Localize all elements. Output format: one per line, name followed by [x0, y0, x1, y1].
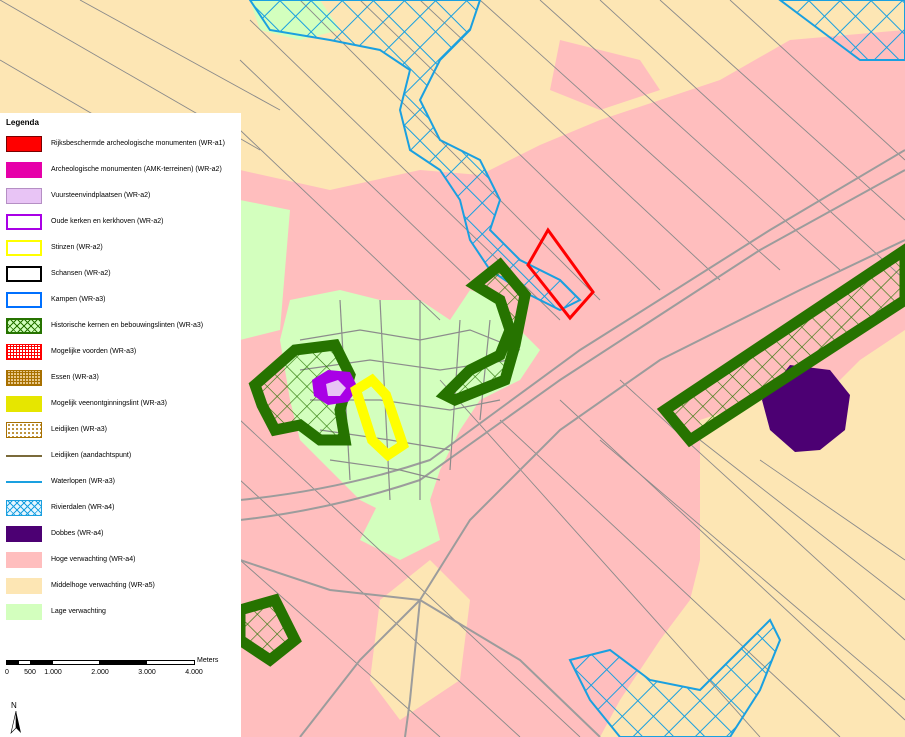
brown-line-swatch [6, 455, 42, 457]
lilac-fill-swatch [6, 188, 42, 204]
magenta-fill-swatch [6, 162, 42, 178]
legend-item: Waterlopen (WR-a3) [0, 472, 241, 494]
scale-bar: Meters 0 500 1.000 2.000 3.000 4.000 [5, 657, 236, 690]
legend-item: Mogelijke voorden (WR-a3) [0, 342, 241, 364]
red-grid-swatch [6, 344, 42, 360]
red-fill-swatch [6, 136, 42, 152]
legend-item: Schansen (WR-a2) [0, 264, 241, 286]
scale-segment [99, 660, 148, 665]
legend-item: Leidijken (WR-a3) [0, 420, 241, 442]
legend-title: Legenda [6, 118, 39, 127]
yellow-fill-swatch [6, 396, 42, 412]
scale-tick: 500 [24, 669, 36, 676]
blue-line-swatch [6, 481, 42, 483]
north-label: N [11, 701, 17, 710]
legend-item: Stinzen (WR-a2) [0, 238, 241, 260]
legend-item: Leidijken (aandachtspunt) [0, 446, 241, 468]
black-outline-swatch [6, 266, 42, 282]
legend-item: Archeologische monumenten (AMK-terreinen… [0, 160, 241, 182]
legend-panel: Legenda Rijksbeschermde archeologische m… [0, 113, 241, 737]
north-arrow: N [9, 701, 23, 735]
lightgreen-fill-swatch [6, 604, 42, 620]
scale-tick: 3.000 [138, 669, 156, 676]
legend-item: Hoge verwachting (WR-a4) [0, 550, 241, 572]
cream-fill-swatch [6, 578, 42, 594]
brown-dots-swatch [6, 422, 42, 438]
scale-tick: 1.000 [44, 669, 62, 676]
scale-tick: 4.000 [185, 669, 203, 676]
blue-outline-swatch [6, 292, 42, 308]
scale-segment [146, 660, 195, 665]
legend-item: Historische kernen en bebouwingslinten (… [0, 316, 241, 338]
purple-outline-swatch [6, 214, 42, 230]
darkpurple-fill-swatch [6, 526, 42, 542]
legend-item: Rivierdalen (WR-a4) [0, 498, 241, 520]
scale-unit: Meters [197, 657, 219, 664]
green-hatch-swatch [6, 318, 42, 334]
legend-item: Essen (WR-a3) [0, 368, 241, 390]
legend-item: Mogelijk veenontginningslint (WR-a3) [0, 394, 241, 416]
legend-item: Kampen (WR-a3) [0, 290, 241, 312]
yellow-outline-swatch [6, 240, 42, 256]
cyan-hatch-swatch [6, 500, 42, 516]
legend-item: Middelhoge verwachting (WR-a5) [0, 576, 241, 598]
legend-item: Oude kerken en kerkhoven (WR-a2) [0, 212, 241, 234]
scale-tick: 0 [5, 669, 9, 676]
brown-grid-swatch [6, 370, 42, 386]
legend-item: Dobbes (WR-a4) [0, 524, 241, 546]
legend-item: Vuursteenvindplaatsen (WR-a2) [0, 186, 241, 208]
scale-segment [30, 660, 54, 665]
scale-segment [52, 660, 101, 665]
pink-fill-swatch [6, 552, 42, 568]
north-arrow-icon [10, 711, 21, 734]
scale-tick: 2.000 [91, 669, 109, 676]
legend-item: Lage verwachting [0, 602, 241, 624]
legend-item: Rijksbeschermde archeologische monumente… [0, 134, 241, 156]
